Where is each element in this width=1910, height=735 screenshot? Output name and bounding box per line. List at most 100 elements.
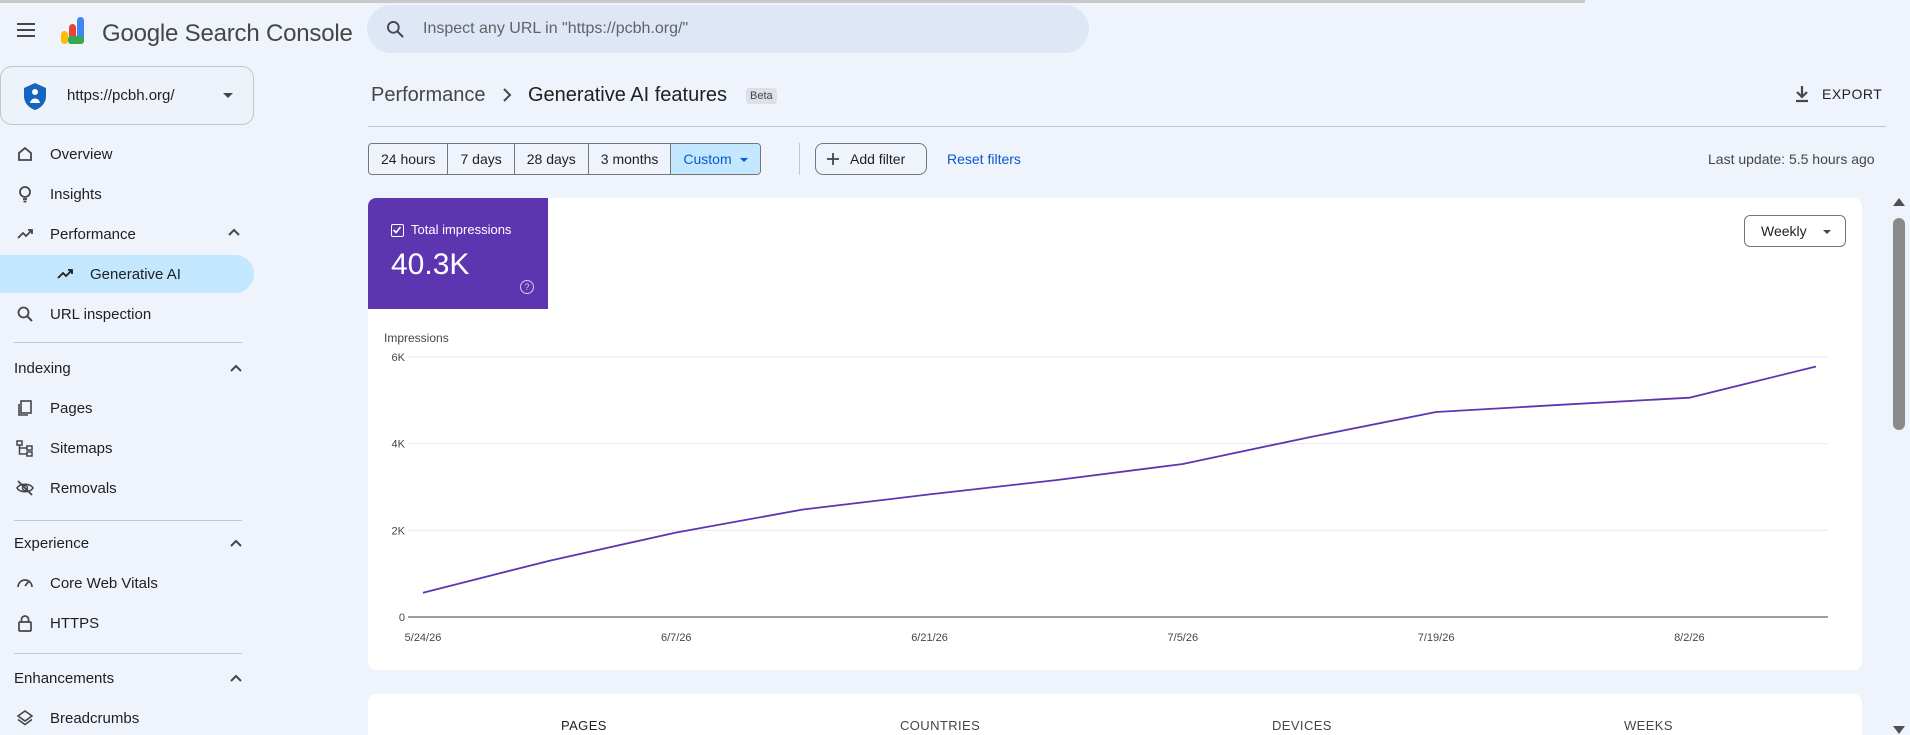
x-tick-label: 6/7/26	[661, 632, 692, 644]
sidebar-item-core-web-vitals[interactable]: Core Web Vitals	[0, 564, 254, 602]
home-icon	[16, 145, 34, 163]
main-menu-button[interactable]	[10, 14, 42, 46]
property-label: https://pcbh.org/	[67, 87, 175, 104]
search-icon	[387, 21, 404, 38]
y-tick-label: 6K	[392, 352, 406, 364]
lock-icon	[16, 614, 34, 632]
trending-up-icon	[56, 265, 74, 283]
data-point[interactable]	[797, 504, 809, 516]
speed-gauge-icon	[16, 574, 34, 592]
sidebar-item-label: HTTPS	[50, 614, 100, 632]
tab-countries[interactable]: COUNTRIES	[900, 718, 980, 733]
granularity-selector[interactable]: Weekly	[1744, 215, 1846, 247]
sidebar-section-enhancements[interactable]: Enhancements	[14, 670, 114, 687]
granularity-label: Weekly	[1761, 223, 1807, 239]
sidebar-item-overview[interactable]: Overview	[0, 135, 254, 173]
data-point[interactable]	[1177, 458, 1189, 470]
dropdown-caret-icon	[739, 158, 748, 162]
chevron-up-icon[interactable]	[230, 674, 242, 682]
sidebar-item-url-inspection[interactable]: URL inspection	[0, 295, 254, 333]
x-tick-label: 7/5/26	[1168, 632, 1199, 644]
x-tick-label: 5/24/26	[405, 632, 442, 644]
chevron-up-icon[interactable]	[230, 539, 242, 547]
chevron-up-icon[interactable]	[230, 364, 242, 372]
tab-devices[interactable]: DEVICES	[1272, 718, 1332, 733]
sidebar-item-label: Breadcrumbs	[50, 709, 140, 727]
sidebar-item-label: Core Web Vitals	[50, 574, 158, 592]
impressions-line-chart: Impressions 0 2K 4K 6K 5/24/26 6/7/26 6/21/26 7/…	[384, 331, 1828, 644]
sidebar-item-removals[interactable]: Removals	[0, 469, 254, 507]
trending-up-icon	[16, 225, 34, 243]
data-point[interactable]	[1683, 392, 1695, 404]
sidebar-item-breadcrumbs[interactable]: Breadcrumbs	[0, 699, 254, 735]
range-custom-label: Custom	[683, 151, 732, 167]
range-7-days[interactable]: 7 days	[448, 144, 515, 174]
chevron-right-icon	[503, 88, 512, 102]
range-28-days[interactable]: 28 days	[514, 144, 589, 174]
x-tick-label: 6/21/26	[911, 632, 948, 644]
search-console-logo	[61, 17, 84, 44]
filter-divider	[799, 143, 800, 175]
data-point[interactable]	[544, 555, 556, 567]
scrollbar-thumb[interactable]	[1893, 218, 1905, 430]
tab-pages[interactable]: PAGES	[561, 718, 607, 733]
data-point[interactable]	[1810, 361, 1822, 373]
range-24-hours[interactable]: 24 hours	[369, 144, 449, 174]
data-point[interactable]	[1430, 406, 1442, 418]
export-button[interactable]: EXPORT	[1794, 85, 1882, 103]
range-custom[interactable]: Custom	[671, 144, 760, 174]
data-point[interactable]	[417, 587, 429, 599]
scroll-down-arrow-icon[interactable]	[1893, 726, 1905, 734]
sidebar-section-indexing[interactable]: Indexing	[14, 360, 71, 377]
sitemap-icon	[16, 439, 34, 457]
data-point[interactable]	[1557, 399, 1569, 411]
x-tick-label: 7/19/26	[1418, 632, 1455, 644]
url-inspect-input[interactable]	[423, 20, 1023, 38]
sidebar-item-label: Overview	[50, 145, 113, 163]
breadcrumb-performance[interactable]: Performance	[371, 84, 486, 107]
series-line-impressions[interactable]	[422, 365, 1817, 594]
sidebar-section-experience[interactable]: Experience	[14, 535, 89, 552]
sidebar-item-label: Insights	[50, 185, 102, 203]
sidebar-item-label: Generative AI	[90, 265, 181, 283]
data-point[interactable]	[1303, 431, 1315, 443]
sidebar-divider	[14, 342, 242, 343]
sidebar-item-generative-ai[interactable]: Generative AI	[0, 255, 254, 293]
sidebar-item-pages[interactable]: Pages	[0, 389, 254, 427]
property-dropdown-caret-icon	[223, 93, 233, 98]
y-axis-label: Impressions	[384, 331, 449, 345]
app-title: Google Search Console	[102, 20, 353, 47]
x-tick-label: 8/2/26	[1674, 632, 1705, 644]
date-range-selector[interactable]: 24 hours 7 days 28 days 3 months Custom	[368, 143, 761, 175]
checkbox-checked-icon[interactable]	[391, 224, 404, 237]
url-inspect-search[interactable]	[367, 5, 1089, 53]
y-tick-label: 4K	[392, 439, 406, 451]
page-title: Generative AI features	[528, 84, 728, 106]
range-3-months[interactable]: 3 months	[588, 144, 672, 174]
sidebar-item-label: Sitemaps	[50, 439, 113, 457]
scroll-up-arrow-icon[interactable]	[1893, 198, 1905, 206]
sidebar-item-sitemaps[interactable]: Sitemaps	[0, 429, 254, 467]
sidebar-item-label: URL inspection	[50, 305, 152, 323]
sidebar-divider	[14, 653, 242, 654]
data-point[interactable]	[670, 527, 682, 539]
data-point[interactable]	[1050, 474, 1062, 486]
tab-weeks[interactable]: WEEKS	[1624, 718, 1673, 733]
data-point[interactable]	[924, 488, 936, 500]
add-filter-label: Add filter	[850, 151, 906, 167]
metric-label: Total impressions	[411, 222, 512, 237]
sidebar-item-https[interactable]: HTTPS	[0, 604, 254, 642]
property-selector[interactable]: https://pcbh.org/	[0, 66, 254, 125]
add-filter-button[interactable]: Add filter	[815, 143, 927, 175]
sidebar-item-performance[interactable]: Performance	[0, 215, 254, 253]
reset-filters-link[interactable]: Reset filters	[947, 151, 1021, 167]
header-divider	[368, 126, 1886, 127]
metric-total-impressions[interactable]: Total impressions 40.3K ?	[368, 198, 548, 309]
sidebar-item-label: Pages	[50, 399, 93, 417]
lightbulb-icon	[16, 185, 34, 203]
sidebar-item-insights[interactable]: Insights	[0, 175, 254, 213]
help-icon[interactable]: ?	[520, 280, 534, 294]
page-top-border	[0, 0, 1585, 3]
visibility-off-icon	[16, 479, 34, 497]
y-tick-label: 2K	[392, 525, 406, 537]
